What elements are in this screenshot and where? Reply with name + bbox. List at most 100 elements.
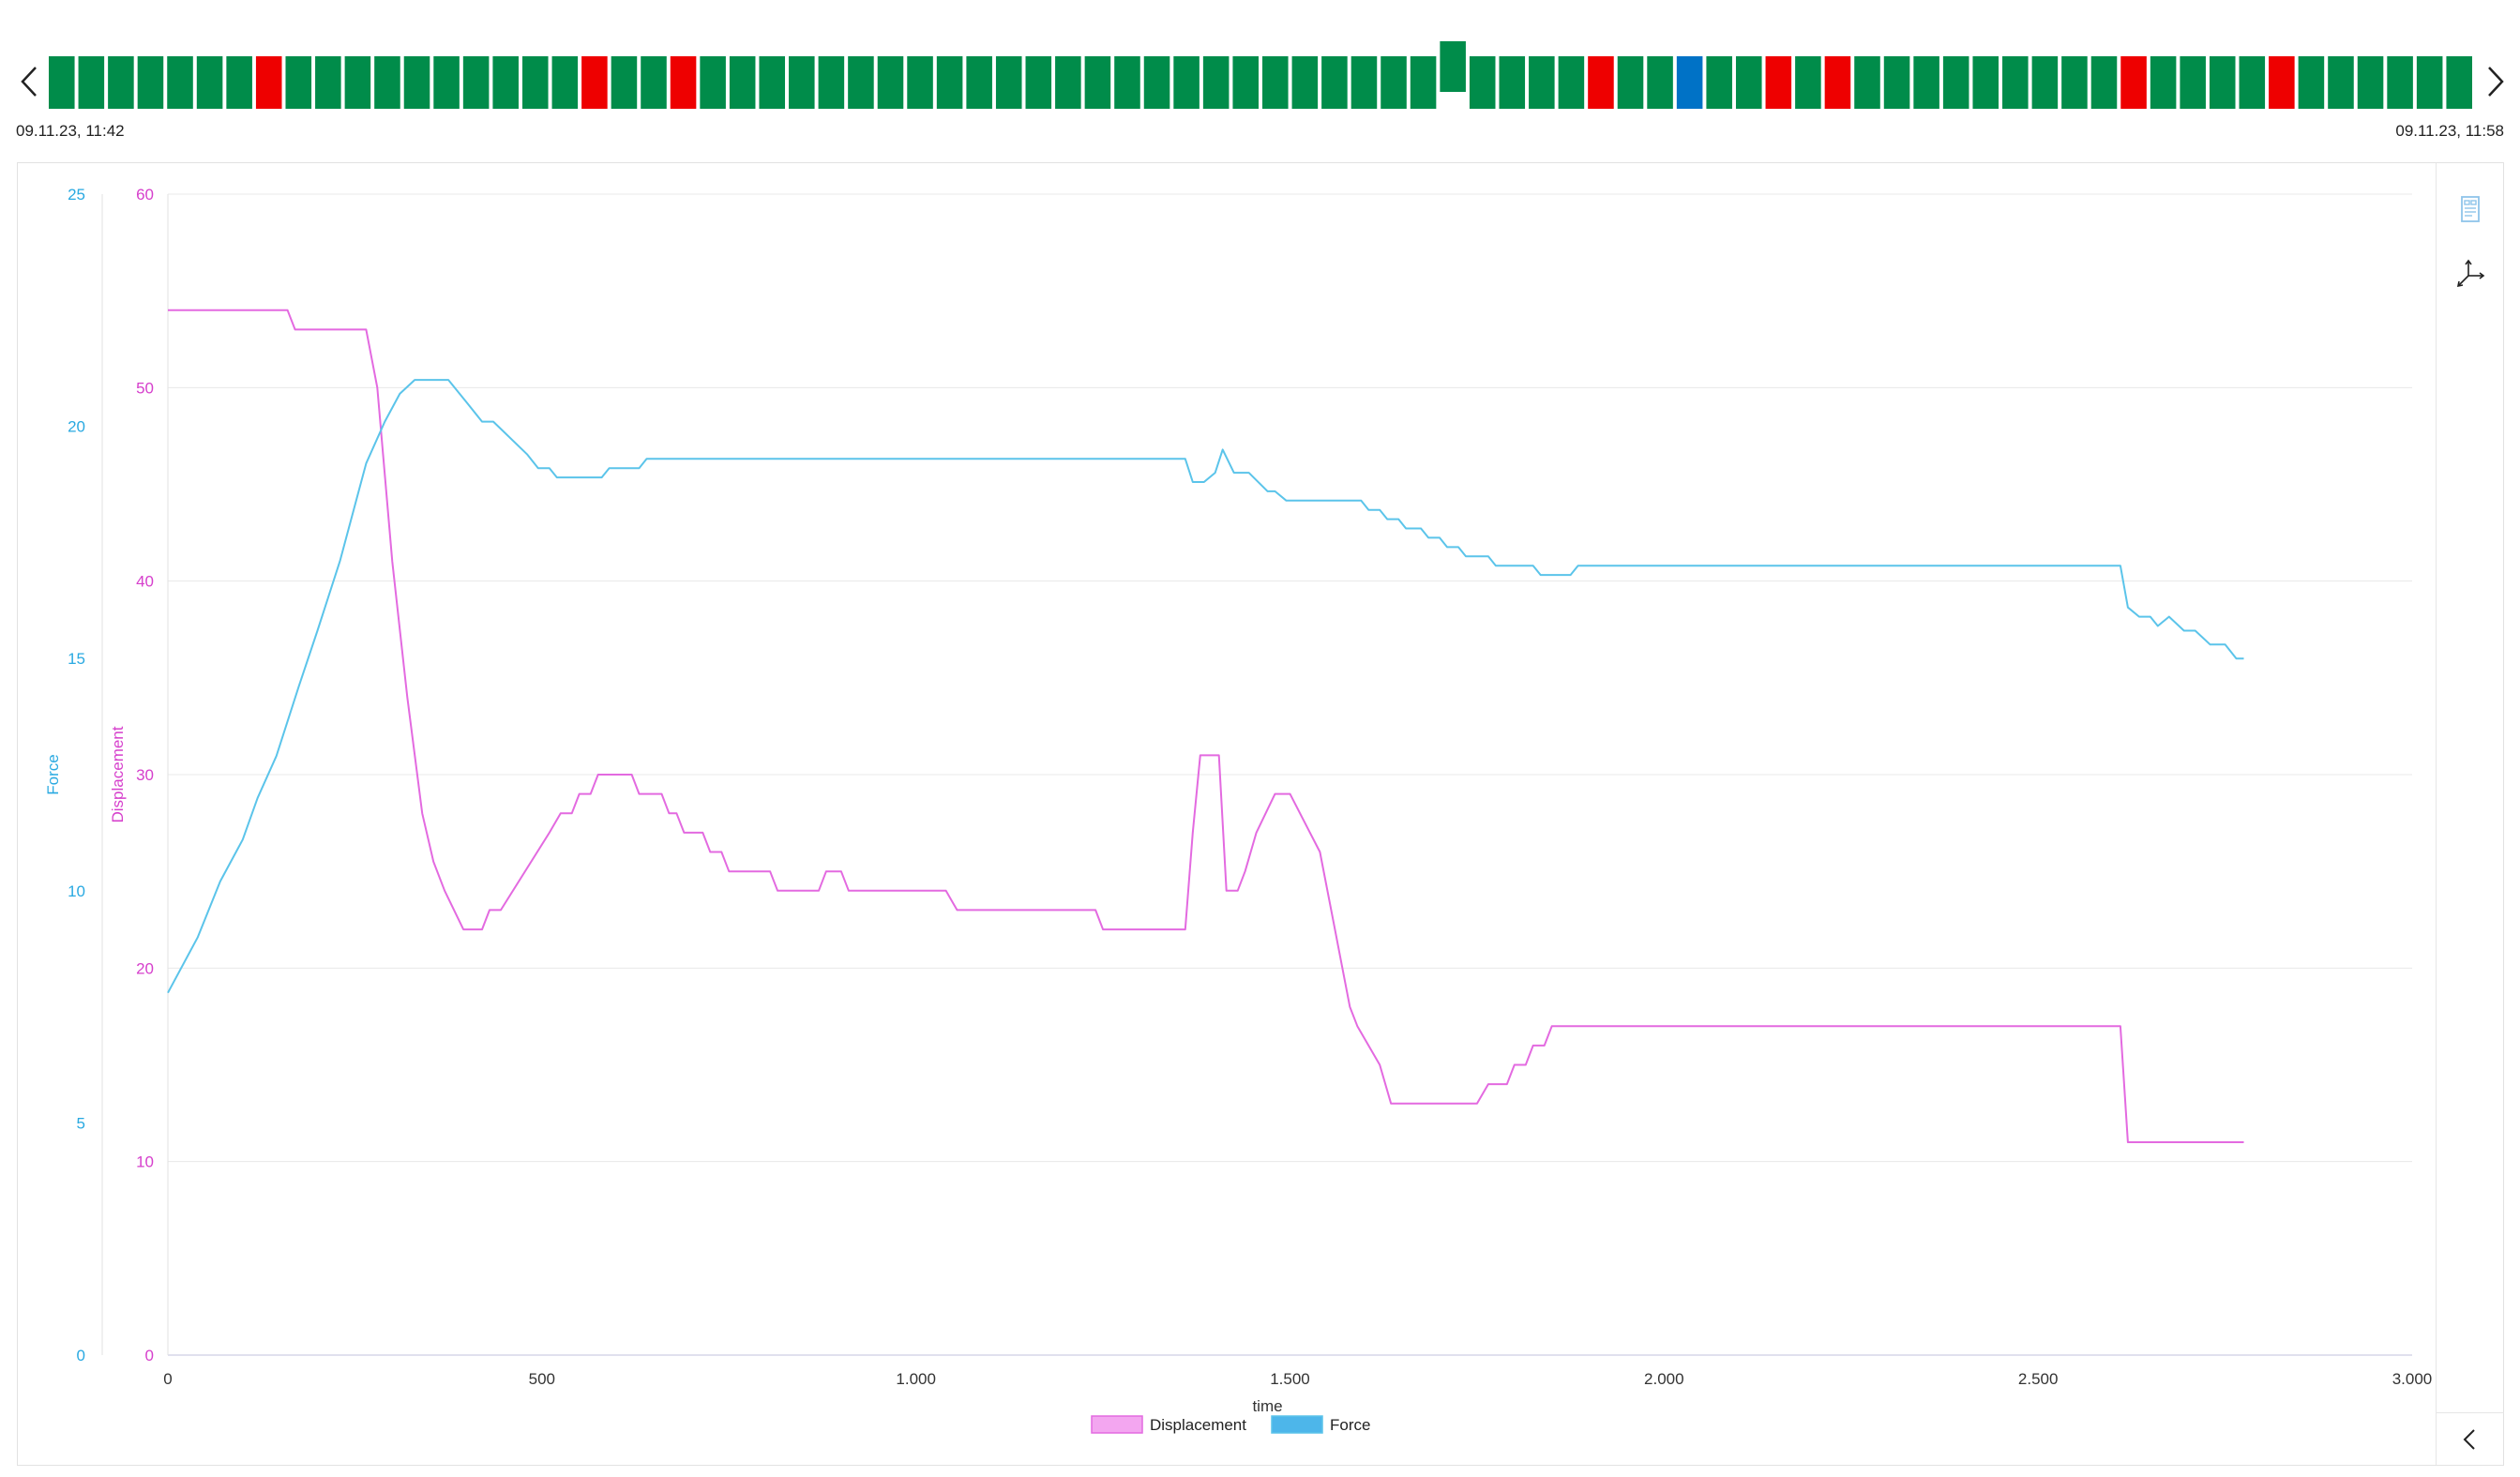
report-button[interactable] xyxy=(2453,193,2487,227)
legend-swatch[interactable] xyxy=(1271,1415,1323,1434)
chart-toolbar xyxy=(2436,163,2504,1465)
cycle-block[interactable] xyxy=(167,56,193,109)
cycle-block[interactable] xyxy=(1321,56,1348,109)
cycle-block[interactable] xyxy=(551,56,579,109)
cycle-block[interactable] xyxy=(108,56,134,109)
cycle-block[interactable] xyxy=(1676,56,1703,109)
cycle-block[interactable] xyxy=(1469,56,1496,109)
line-chart: 0 5 10 15 20 25 0 10 20 30 40 50 60 0 500 1.000 1.500 2.0… xyxy=(44,186,2432,1434)
cycle-block[interactable] xyxy=(49,56,75,109)
force-tick-label: 10 xyxy=(68,882,85,900)
cycle-block[interactable] xyxy=(1202,56,1230,109)
cycle-block[interactable] xyxy=(403,56,430,109)
cycle-block[interactable] xyxy=(818,56,845,109)
displacement-tick-label: 10 xyxy=(136,1153,154,1171)
cycle-block[interactable] xyxy=(462,56,490,109)
cycle-block[interactable] xyxy=(1854,56,1880,109)
collapse-toolbar-button[interactable] xyxy=(2437,1412,2504,1465)
cycle-block[interactable] xyxy=(1499,56,1526,109)
cycle-block[interactable] xyxy=(1114,56,1140,109)
x-tick-label: 1.000 xyxy=(896,1370,936,1388)
cycle-block[interactable] xyxy=(995,56,1022,109)
timeline-next-button[interactable] xyxy=(2476,58,2513,105)
cycle-block[interactable] xyxy=(1025,56,1052,109)
cycle-block[interactable] xyxy=(1588,56,1614,109)
cycle-block[interactable] xyxy=(789,56,815,109)
cycle-block[interactable] xyxy=(433,56,460,109)
chart-panel: 0 5 10 15 20 25 0 10 20 30 40 50 60 0 500 1.000 1.500 2.0… xyxy=(17,162,2504,1466)
cycle-block[interactable] xyxy=(2061,56,2088,109)
cycle-block[interactable] xyxy=(521,56,549,109)
force-axis-title: Force xyxy=(44,754,62,794)
cycle-block[interactable] xyxy=(1942,56,1969,109)
cycle-block[interactable] xyxy=(848,56,874,109)
cycle-block[interactable] xyxy=(374,56,400,109)
cycle-block[interactable] xyxy=(1824,56,1851,109)
cycle-block[interactable] xyxy=(1706,56,1732,109)
cycle-block[interactable] xyxy=(196,56,223,109)
cycle-block[interactable] xyxy=(1558,56,1585,109)
cycle-block[interactable] xyxy=(2239,56,2266,109)
cycle-block[interactable] xyxy=(1765,56,1792,109)
cycle-block[interactable] xyxy=(2120,56,2147,109)
legend-swatch[interactable] xyxy=(1091,1415,1143,1434)
cycle-block[interactable] xyxy=(78,56,105,109)
cycle-block[interactable] xyxy=(1795,56,1821,109)
document-icon xyxy=(2461,196,2480,222)
cycle-block[interactable] xyxy=(1529,56,1555,109)
cycle-block[interactable] xyxy=(226,56,252,109)
axes-button[interactable] xyxy=(2453,257,2487,291)
cycle-block[interactable] xyxy=(1173,56,1200,109)
cycle-block[interactable] xyxy=(2357,56,2384,109)
cycle-block[interactable] xyxy=(2002,56,2029,109)
cycle-block[interactable] xyxy=(2416,56,2443,109)
cycle-block[interactable] xyxy=(1291,56,1319,109)
cycle-block[interactable] xyxy=(1055,56,1081,109)
cycle-block[interactable] xyxy=(1143,56,1170,109)
cycle-block[interactable] xyxy=(2180,56,2206,109)
cycle-block[interactable] xyxy=(2446,56,2472,109)
cycle-block[interactable] xyxy=(1617,56,1644,109)
cycle-block[interactable] xyxy=(2269,56,2295,109)
cycle-block[interactable] xyxy=(344,56,371,109)
cycle-block[interactable] xyxy=(315,56,341,109)
cycle-block-selected[interactable] xyxy=(1440,41,1466,92)
cycle-block[interactable] xyxy=(907,56,933,109)
legend-label[interactable]: Displacement xyxy=(1150,1416,1246,1434)
cycle-block[interactable] xyxy=(255,56,282,109)
cycle-block[interactable] xyxy=(2090,56,2118,109)
cycle-block[interactable] xyxy=(1262,56,1289,109)
cycle-block[interactable] xyxy=(936,56,963,109)
cycle-block[interactable] xyxy=(877,56,904,109)
cycle-block[interactable] xyxy=(759,56,786,109)
cycle-block[interactable] xyxy=(1232,56,1259,109)
axes-icon xyxy=(2456,259,2485,288)
cycle-block[interactable] xyxy=(285,56,312,109)
cycle-block[interactable] xyxy=(1972,56,1999,109)
cycle-block[interactable] xyxy=(492,56,519,109)
x-tick-label: 500 xyxy=(529,1370,555,1388)
cycle-block[interactable] xyxy=(611,56,638,109)
cycle-block[interactable] xyxy=(2328,56,2354,109)
cycle-block[interactable] xyxy=(2298,56,2325,109)
cycle-block[interactable] xyxy=(1735,56,1762,109)
cycle-block[interactable] xyxy=(2150,56,2177,109)
cycle-block[interactable] xyxy=(1351,56,1378,109)
cycle-block[interactable] xyxy=(1883,56,1910,109)
cycle-block[interactable] xyxy=(729,56,756,109)
legend-label[interactable]: Force xyxy=(1330,1416,1370,1434)
cycle-block[interactable] xyxy=(641,56,667,109)
cycle-block[interactable] xyxy=(1647,56,1673,109)
cycle-block[interactable] xyxy=(1084,56,1111,109)
cycle-block[interactable] xyxy=(1410,56,1437,109)
cycle-block[interactable] xyxy=(1381,56,1407,109)
cycle-block[interactable] xyxy=(2031,56,2059,109)
cycle-block[interactable] xyxy=(2387,56,2413,109)
cycle-block[interactable] xyxy=(2209,56,2236,109)
cycle-block[interactable] xyxy=(581,56,608,109)
cycle-block[interactable] xyxy=(137,56,164,109)
cycle-block[interactable] xyxy=(1913,56,1939,109)
cycle-block[interactable] xyxy=(700,56,726,109)
cycle-block[interactable] xyxy=(966,56,992,109)
cycle-block[interactable] xyxy=(670,56,697,109)
